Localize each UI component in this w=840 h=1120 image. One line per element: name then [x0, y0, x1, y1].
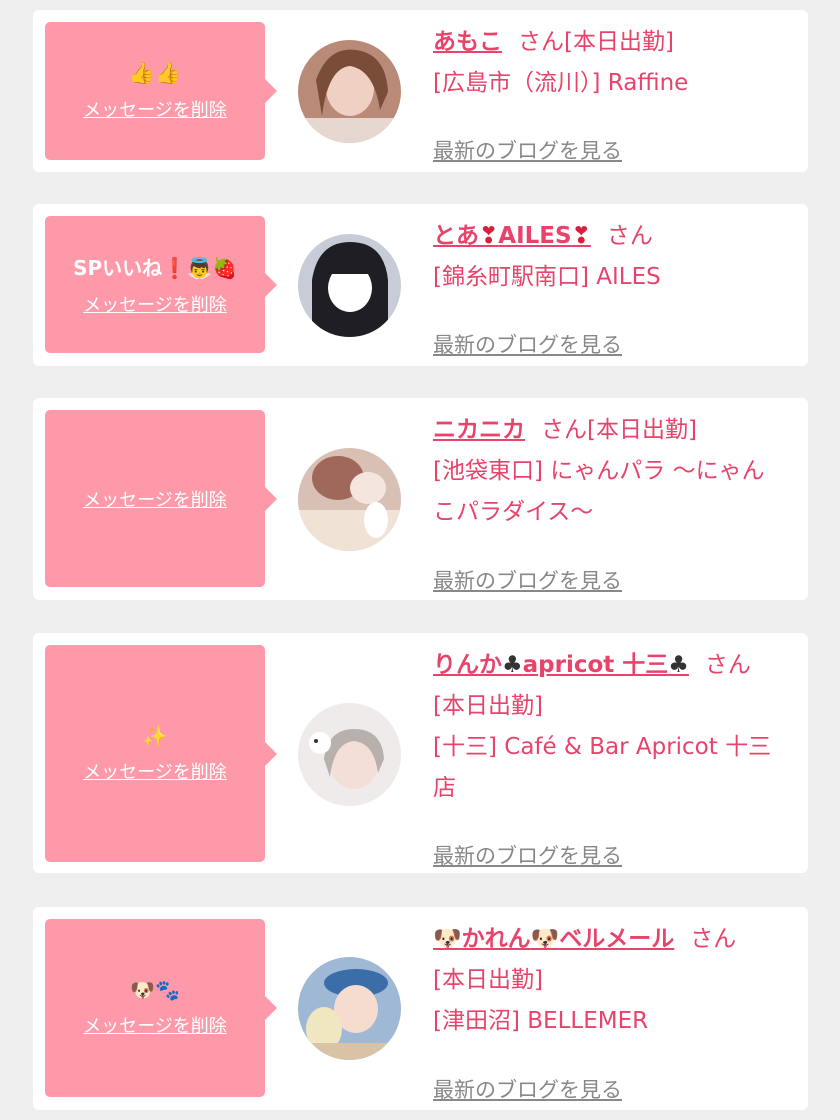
dog-icon: 🐶: [530, 926, 560, 952]
girl-info: ニカニカ さん[本日出勤] [池袋東口] にゃんパラ 〜にゃん こパラダイス〜 最…: [433, 410, 793, 593]
delete-message-link[interactable]: メッセージを削除: [83, 758, 227, 784]
name-line: あもこ さん[本日出勤]: [433, 22, 793, 63]
avatar-image: [298, 703, 401, 806]
name-part: AILES: [498, 223, 572, 249]
dog-icon: 🐶: [433, 926, 462, 952]
san-label: さん: [606, 223, 653, 249]
shop-text-line1: [池袋東口] にゃんパラ 〜にゃん: [433, 458, 765, 484]
girl-info: あもこ さん[本日出勤] [広島市（流川）] Raffine 最新のブログを見る: [433, 22, 793, 163]
club-icon: ♣: [502, 652, 523, 678]
avatar[interactable]: [298, 40, 401, 143]
girl-name-link[interactable]: とあ❣AILES❣: [433, 223, 591, 249]
message-card: メッセージを削除 ニカニカ さん[本日出勤] [池袋東口] にゃんパラ 〜にゃん …: [33, 398, 808, 600]
avatar-image: [298, 40, 401, 143]
message-bubble: メッセージを削除: [45, 410, 277, 587]
name-part: かれん: [461, 926, 531, 952]
name-part: ベルメール: [559, 926, 675, 952]
girl-name-link[interactable]: ニカニカ: [433, 417, 525, 443]
name-line: 🐶かれん🐶ベルメール さん: [433, 919, 793, 960]
san-label: さん: [518, 29, 564, 55]
shop-text: [錦糸町駅南口] AILES: [433, 264, 661, 290]
message-bubble: ✨ メッセージを削除: [45, 645, 277, 862]
status-text: [本日出勤]: [433, 693, 543, 719]
message-bubble: 👍👍 メッセージを削除: [45, 22, 277, 160]
status-text: [本日出勤]: [433, 967, 543, 993]
latest-blog-link[interactable]: 最新のブログを見る: [433, 1074, 622, 1104]
shop-text: [広島市（流川）] Raffine: [433, 70, 689, 96]
shop-text-line1: [十三] Café & Bar Apricot 十三: [433, 734, 772, 760]
heart-icon: ❣: [571, 223, 591, 249]
avatar[interactable]: [298, 448, 401, 551]
message-card: 👍👍 メッセージを削除 あもこ さん[本日出勤] [広島市（流川）] Raffin…: [33, 10, 808, 172]
san-label: さん: [690, 926, 737, 952]
name-part: とあ: [433, 223, 479, 249]
message-text: 🐶🐾: [130, 978, 180, 1002]
latest-blog-link[interactable]: 最新のブログを見る: [433, 840, 622, 870]
name-part: りんか: [433, 652, 502, 678]
shop-text-line2: 店: [433, 775, 456, 801]
message-bubble: SPいいね❗👼🍓 メッセージを削除: [45, 216, 277, 353]
heart-icon: ❣: [479, 223, 499, 249]
message-text: 👍👍: [128, 60, 182, 85]
latest-blog-link[interactable]: 最新のブログを見る: [433, 135, 622, 165]
avatar[interactable]: [298, 703, 401, 806]
message-card: ✨ メッセージを削除 りんか♣apricot 十三♣ さん [本日出勤] [十三]…: [33, 633, 808, 873]
girl-name-link[interactable]: あもこ: [433, 29, 502, 55]
girl-info: 🐶かれん🐶ベルメール さん [本日出勤] [津田沼] BELLEMER 最新のブロ…: [433, 919, 793, 1102]
message-text: SPいいね❗👼🍓: [73, 256, 237, 280]
latest-blog-link[interactable]: 最新のブログを見る: [433, 565, 622, 595]
avatar-image: [298, 448, 401, 551]
name-line: ニカニカ さん[本日出勤]: [433, 410, 793, 451]
san-label: さん: [704, 652, 751, 678]
shop-text: [津田沼] BELLEMER: [433, 1008, 649, 1034]
name-line: りんか♣apricot 十三♣ さん: [433, 645, 793, 686]
girl-info: りんか♣apricot 十三♣ さん [本日出勤] [十三] Café & Bar…: [433, 645, 793, 868]
status-text: [本日出勤]: [587, 417, 697, 443]
message-card: 🐶🐾 メッセージを削除 🐶かれん🐶ベルメール さん [本日出勤] [津田沼] BE…: [33, 907, 808, 1110]
delete-message-link[interactable]: メッセージを削除: [83, 1012, 227, 1038]
girl-name-link[interactable]: りんか♣apricot 十三♣: [433, 652, 689, 678]
avatar[interactable]: [298, 234, 401, 337]
avatar-image: [298, 234, 401, 337]
club-icon: ♣: [668, 652, 689, 678]
message-bubble: 🐶🐾 メッセージを削除: [45, 919, 277, 1097]
status-text: [本日出勤]: [564, 29, 674, 55]
shop-text-line2: こパラダイス〜: [433, 499, 594, 525]
delete-message-link[interactable]: メッセージを削除: [83, 291, 227, 317]
avatar-image: [298, 957, 401, 1060]
girl-name-link[interactable]: 🐶かれん🐶ベルメール: [433, 926, 674, 952]
name-part: apricot 十三: [522, 652, 669, 678]
delete-message-link[interactable]: メッセージを削除: [83, 486, 227, 512]
latest-blog-link[interactable]: 最新のブログを見る: [433, 329, 622, 359]
delete-message-link[interactable]: メッセージを削除: [83, 96, 227, 122]
message-card: SPいいね❗👼🍓 メッセージを削除 とあ❣AILES❣ さん [錦糸町駅南口] A…: [33, 204, 808, 366]
san-label: さん: [541, 417, 587, 443]
avatar[interactable]: [298, 957, 401, 1060]
girl-info: とあ❣AILES❣ さん [錦糸町駅南口] AILES 最新のブログを見る: [433, 216, 793, 357]
name-line: とあ❣AILES❣ さん: [433, 216, 793, 257]
message-text: ✨: [142, 723, 168, 748]
